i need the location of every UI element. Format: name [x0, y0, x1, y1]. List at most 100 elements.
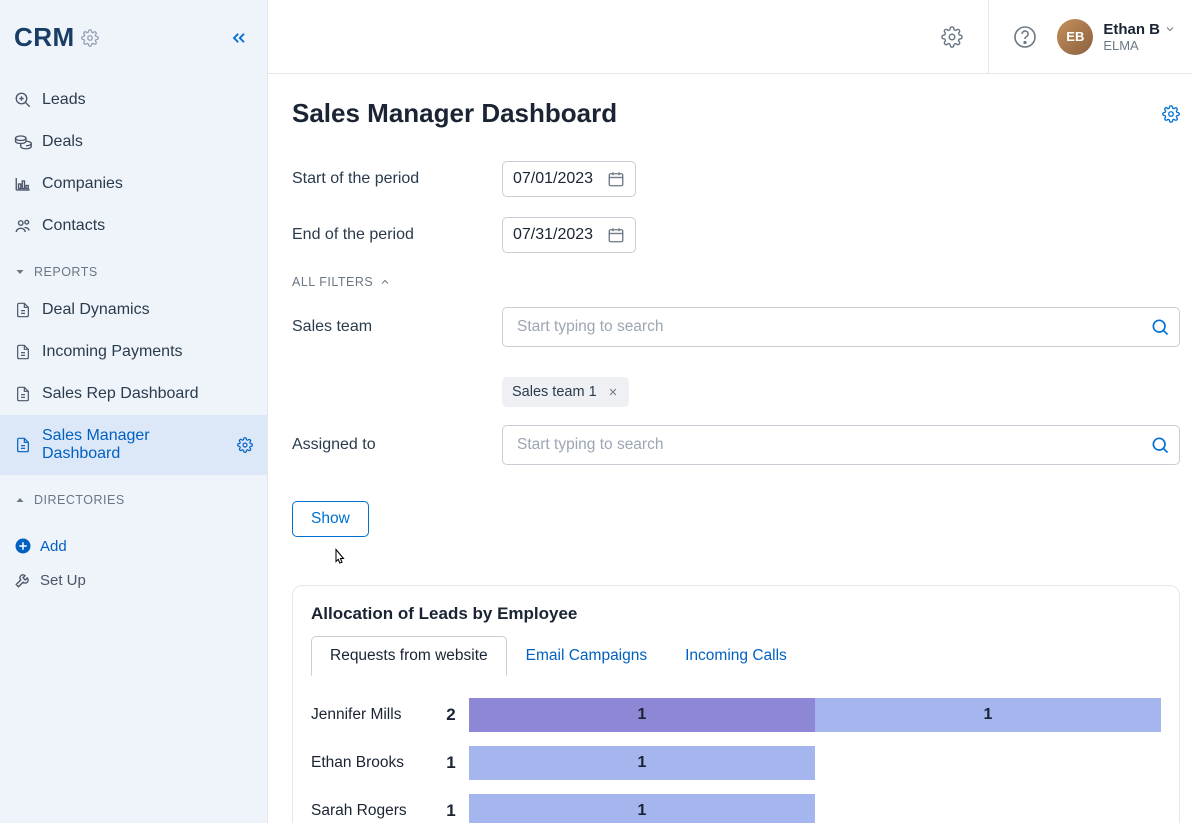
all-filters-toggle[interactable]: ALL FILTERS [292, 275, 391, 289]
add-label: Add [40, 538, 67, 555]
tab-incoming-calls[interactable]: Incoming Calls [666, 636, 806, 676]
employee-name: Ethan Brooks [311, 754, 439, 772]
sales-team-search-input[interactable] [502, 307, 1180, 347]
nav-item-incoming-payments[interactable]: Incoming Payments [0, 331, 267, 373]
nav-label: Deals [42, 133, 83, 151]
bar-row: Sarah Rogers11 [311, 790, 1161, 823]
nav-main: Leads Deals Companies Contacts [0, 75, 267, 251]
bar-track: 11 [469, 698, 1161, 732]
collapse-sidebar-icon[interactable] [229, 28, 249, 48]
assigned-to-label: Assigned to [292, 436, 502, 454]
end-date-input[interactable]: 07/31/2023 [502, 217, 636, 253]
document-icon [14, 436, 32, 454]
bar-segment-processing: 1 [469, 746, 815, 780]
wrench-icon [14, 571, 32, 589]
main-area: EB Ethan B ELMA Sales Manager Dashboard … [268, 0, 1192, 823]
end-date-value: 07/31/2023 [513, 226, 593, 244]
nav-label: Contacts [42, 217, 105, 235]
nav-label: Sales Rep Dashboard [42, 385, 199, 403]
nav-item-leads[interactable]: Leads [0, 79, 267, 121]
sidebar: CRM Leads Deals Companies Contacts REPOR… [0, 0, 268, 823]
nav-item-companies[interactable]: Companies [0, 163, 267, 205]
nav-label: Sales Manager Dashboard [42, 427, 227, 463]
sales-team-chip: Sales team 1 [502, 377, 629, 407]
leads-allocation-card: Allocation of Leads by Employee Requests… [292, 585, 1180, 823]
sidebar-footer: Add Set Up [0, 521, 267, 605]
start-date-input[interactable]: 07/01/2023 [502, 161, 636, 197]
nav-item-deal-dynamics[interactable]: Deal Dynamics [0, 289, 267, 331]
assigned-search-input[interactable] [502, 425, 1180, 465]
chevron-down-icon [1164, 23, 1176, 35]
section-header-reports[interactable]: REPORTS [0, 251, 267, 285]
bar-total: 1 [439, 801, 463, 821]
document-icon [14, 343, 32, 361]
sidebar-header: CRM [0, 0, 267, 75]
magnifier-plus-icon [14, 91, 32, 109]
nav-label: Deal Dynamics [42, 301, 150, 319]
app-settings-icon[interactable] [81, 29, 99, 47]
bar-total: 2 [439, 705, 463, 725]
setup-label: Set Up [40, 572, 86, 589]
bar-segment-processing: 1 [469, 794, 815, 823]
user-menu[interactable]: EB Ethan B ELMA [1053, 19, 1176, 55]
nav-item-sales-rep-dashboard[interactable]: Sales Rep Dashboard [0, 373, 267, 415]
chevron-up-icon [379, 276, 391, 288]
bar-track: 1 [469, 746, 1161, 780]
search-icon[interactable] [1150, 435, 1170, 455]
divider [988, 0, 989, 74]
all-filters-label: ALL FILTERS [292, 275, 373, 289]
caret-down-icon [14, 266, 26, 278]
users-icon [14, 217, 32, 235]
section-label: DIRECTORIES [34, 493, 125, 507]
bar-total: 1 [439, 753, 463, 773]
end-period-label: End of the period [292, 226, 502, 244]
avatar: EB [1057, 19, 1093, 55]
help-button[interactable] [1005, 17, 1045, 57]
page-title: Sales Manager Dashboard [292, 98, 617, 129]
chip-remove-icon[interactable] [607, 386, 619, 398]
document-icon [14, 301, 32, 319]
page-settings-icon[interactable] [1162, 105, 1180, 123]
coins-icon [14, 133, 32, 151]
nav-label: Leads [42, 91, 86, 109]
employee-name: Jennifer Mills [311, 706, 439, 724]
nav-reports: Deal Dynamics Incoming Payments Sales Re… [0, 285, 267, 479]
chart-area: Jennifer Mills211Ethan Brooks11Sarah Rog… [311, 694, 1161, 823]
bar-track: 1 [469, 794, 1161, 823]
plus-circle-icon [14, 537, 32, 555]
employee-name: Sarah Rogers [311, 802, 439, 820]
gear-icon[interactable] [237, 437, 253, 453]
nav-item-contacts[interactable]: Contacts [0, 205, 267, 247]
card-title: Allocation of Leads by Employee [311, 604, 1161, 624]
nav-label: Companies [42, 175, 123, 193]
nav-item-sales-manager-dashboard[interactable]: Sales Manager Dashboard [0, 415, 267, 475]
user-org: ELMA [1103, 38, 1176, 53]
bar-segment-new: 1 [469, 698, 815, 732]
sales-team-label: Sales team [292, 318, 502, 336]
section-header-directories[interactable]: DIRECTORIES [0, 479, 267, 513]
caret-up-icon [14, 494, 26, 506]
show-button[interactable]: Show [292, 501, 369, 537]
topbar: EB Ethan B ELMA [268, 0, 1192, 74]
add-button[interactable]: Add [14, 529, 253, 563]
document-icon [14, 385, 32, 403]
setup-button[interactable]: Set Up [14, 563, 253, 597]
app-title: CRM [14, 22, 75, 53]
bar-segment-processing: 1 [815, 698, 1161, 732]
chip-label: Sales team 1 [512, 384, 597, 400]
start-date-value: 07/01/2023 [513, 170, 593, 188]
settings-button[interactable] [932, 17, 972, 57]
card-tabs: Requests from website Email Campaigns In… [311, 636, 1161, 676]
search-icon[interactable] [1150, 317, 1170, 337]
nav-item-deals[interactable]: Deals [0, 121, 267, 163]
user-name: Ethan B [1103, 21, 1160, 38]
bar-row: Jennifer Mills211 [311, 694, 1161, 736]
start-period-label: Start of the period [292, 170, 502, 188]
chart-bar-icon [14, 175, 32, 193]
bar-row: Ethan Brooks11 [311, 742, 1161, 784]
nav-label: Incoming Payments [42, 343, 183, 361]
tab-requests-from-website[interactable]: Requests from website [311, 636, 507, 676]
cursor-pointer-icon [330, 547, 1192, 567]
section-label: REPORTS [34, 265, 98, 279]
tab-email-campaigns[interactable]: Email Campaigns [507, 636, 666, 676]
